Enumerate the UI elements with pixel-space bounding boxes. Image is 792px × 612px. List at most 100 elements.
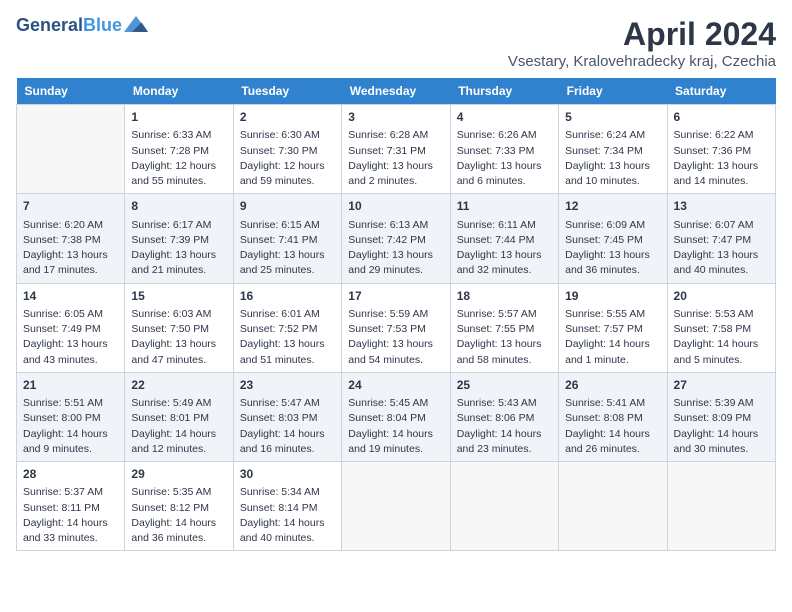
calendar-cell: 1Sunrise: 6:33 AMSunset: 7:28 PMDaylight… <box>125 105 233 194</box>
daylight-text: Daylight: 14 hours and 16 minutes. <box>240 427 335 457</box>
calendar-cell: 28Sunrise: 5:37 AMSunset: 8:11 PMDayligh… <box>17 462 125 551</box>
sunrise-text: Sunrise: 5:35 AM <box>131 485 226 500</box>
daylight-text: Daylight: 13 hours and 29 minutes. <box>348 248 443 278</box>
sunrise-text: Sunrise: 5:45 AM <box>348 396 443 411</box>
sunrise-text: Sunrise: 6:03 AM <box>131 307 226 322</box>
calendar-cell: 17Sunrise: 5:59 AMSunset: 7:53 PMDayligh… <box>342 283 450 372</box>
calendar-table: SundayMondayTuesdayWednesdayThursdayFrid… <box>16 78 776 551</box>
calendar-cell: 10Sunrise: 6:13 AMSunset: 7:42 PMDayligh… <box>342 194 450 283</box>
calendar-cell: 15Sunrise: 6:03 AMSunset: 7:50 PMDayligh… <box>125 283 233 372</box>
daylight-text: Daylight: 14 hours and 23 minutes. <box>457 427 552 457</box>
sunset-text: Sunset: 7:49 PM <box>23 322 118 337</box>
sunset-text: Sunset: 7:58 PM <box>674 322 769 337</box>
weekday-header: Wednesday <box>342 78 450 105</box>
calendar-cell: 6Sunrise: 6:22 AMSunset: 7:36 PMDaylight… <box>667 105 775 194</box>
daylight-text: Daylight: 13 hours and 36 minutes. <box>565 248 660 278</box>
daylight-text: Daylight: 14 hours and 19 minutes. <box>348 427 443 457</box>
sunrise-text: Sunrise: 5:39 AM <box>674 396 769 411</box>
daylight-text: Daylight: 13 hours and 40 minutes. <box>674 248 769 278</box>
sunrise-text: Sunrise: 5:51 AM <box>23 396 118 411</box>
calendar-week-row: 14Sunrise: 6:05 AMSunset: 7:49 PMDayligh… <box>17 283 776 372</box>
daylight-text: Daylight: 14 hours and 30 minutes. <box>674 427 769 457</box>
daylight-text: Daylight: 13 hours and 58 minutes. <box>457 337 552 367</box>
page-header: GeneralBlue April 2024 Vsestary, Kralove… <box>16 16 776 70</box>
day-number: 7 <box>23 198 118 215</box>
calendar-cell: 5Sunrise: 6:24 AMSunset: 7:34 PMDaylight… <box>559 105 667 194</box>
calendar-cell <box>667 462 775 551</box>
calendar-cell: 29Sunrise: 5:35 AMSunset: 8:12 PMDayligh… <box>125 462 233 551</box>
sunset-text: Sunset: 7:31 PM <box>348 144 443 159</box>
calendar-cell: 16Sunrise: 6:01 AMSunset: 7:52 PMDayligh… <box>233 283 341 372</box>
calendar-cell: 26Sunrise: 5:41 AMSunset: 8:08 PMDayligh… <box>559 372 667 461</box>
month-title: April 2024 <box>508 16 776 53</box>
daylight-text: Daylight: 13 hours and 6 minutes. <box>457 159 552 189</box>
sunset-text: Sunset: 7:53 PM <box>348 322 443 337</box>
daylight-text: Daylight: 14 hours and 1 minute. <box>565 337 660 367</box>
sunset-text: Sunset: 7:50 PM <box>131 322 226 337</box>
daylight-text: Daylight: 14 hours and 9 minutes. <box>23 427 118 457</box>
logo-text: GeneralBlue <box>16 16 122 36</box>
sunrise-text: Sunrise: 6:28 AM <box>348 128 443 143</box>
calendar-cell <box>559 462 667 551</box>
sunset-text: Sunset: 7:28 PM <box>131 144 226 159</box>
sunrise-text: Sunrise: 6:09 AM <box>565 218 660 233</box>
sunrise-text: Sunrise: 6:11 AM <box>457 218 552 233</box>
calendar-cell: 13Sunrise: 6:07 AMSunset: 7:47 PMDayligh… <box>667 194 775 283</box>
weekday-header: Thursday <box>450 78 558 105</box>
daylight-text: Daylight: 14 hours and 26 minutes. <box>565 427 660 457</box>
day-number: 25 <box>457 377 552 394</box>
calendar-cell: 30Sunrise: 5:34 AMSunset: 8:14 PMDayligh… <box>233 462 341 551</box>
daylight-text: Daylight: 14 hours and 12 minutes. <box>131 427 226 457</box>
calendar-cell: 4Sunrise: 6:26 AMSunset: 7:33 PMDaylight… <box>450 105 558 194</box>
calendar-cell: 3 Sunrise: 6:28 AMSunset: 7:31 PMDaylight… <box>342 105 450 194</box>
daylight-text: Daylight: 14 hours and 40 minutes. <box>240 516 335 546</box>
sunset-text: Sunset: 7:38 PM <box>23 233 118 248</box>
day-number: 26 <box>565 377 660 394</box>
calendar-cell <box>342 462 450 551</box>
calendar-cell <box>17 105 125 194</box>
calendar-cell: 8Sunrise: 6:17 AMSunset: 7:39 PMDaylight… <box>125 194 233 283</box>
calendar-cell: 19 Sunrise: 5:55 AMSunset: 7:57 PMDayligh… <box>559 283 667 372</box>
sunrise-text: Sunrise: 5:41 AM <box>565 396 660 411</box>
daylight-text: Daylight: 13 hours and 54 minutes. <box>348 337 443 367</box>
daylight-text: Daylight: 13 hours and 25 minutes. <box>240 248 335 278</box>
sunrise-text: Sunrise: 5:55 AM <box>565 307 660 322</box>
sunrise-text: Sunrise: 6:17 AM <box>131 218 226 233</box>
logo: GeneralBlue <box>16 16 148 36</box>
logo-icon <box>124 16 148 36</box>
day-number: 17 <box>348 288 443 305</box>
daylight-text: Daylight: 13 hours and 32 minutes. <box>457 248 552 278</box>
daylight-text: Daylight: 13 hours and 10 minutes. <box>565 159 660 189</box>
day-number: 19 <box>565 288 660 305</box>
weekday-header: Tuesday <box>233 78 341 105</box>
sunrise-text: Sunrise: 5:53 AM <box>674 307 769 322</box>
daylight-text: Daylight: 13 hours and 2 minutes. <box>348 159 443 189</box>
sunrise-text: Sunrise: 6:05 AM <box>23 307 118 322</box>
calendar-cell: 14Sunrise: 6:05 AMSunset: 7:49 PMDayligh… <box>17 283 125 372</box>
sunset-text: Sunset: 8:06 PM <box>457 411 552 426</box>
day-number: 2 <box>240 109 335 126</box>
day-number: 1 <box>131 109 226 126</box>
sunrise-text: Sunrise: 6:07 AM <box>674 218 769 233</box>
sunset-text: Sunset: 7:36 PM <box>674 144 769 159</box>
location-title: Vsestary, Kralovehradecky kraj, Czechia <box>508 53 776 70</box>
day-number: 30 <box>240 466 335 483</box>
sunset-text: Sunset: 7:52 PM <box>240 322 335 337</box>
calendar-week-row: 1Sunrise: 6:33 AMSunset: 7:28 PMDaylight… <box>17 105 776 194</box>
day-number: 10 <box>348 198 443 215</box>
sunset-text: Sunset: 7:47 PM <box>674 233 769 248</box>
calendar-week-row: 21Sunrise: 5:51 AMSunset: 8:00 PMDayligh… <box>17 372 776 461</box>
day-number: 3 <box>348 109 443 126</box>
weekday-header-row: SundayMondayTuesdayWednesdayThursdayFrid… <box>17 78 776 105</box>
daylight-text: Daylight: 12 hours and 59 minutes. <box>240 159 335 189</box>
day-number: 5 <box>565 109 660 126</box>
title-area: April 2024 Vsestary, Kralovehradecky kra… <box>508 16 776 70</box>
sunrise-text: Sunrise: 6:15 AM <box>240 218 335 233</box>
calendar-cell: 20Sunrise: 5:53 AMSunset: 7:58 PMDayligh… <box>667 283 775 372</box>
day-number: 6 <box>674 109 769 126</box>
daylight-text: Daylight: 13 hours and 21 minutes. <box>131 248 226 278</box>
day-number: 18 <box>457 288 552 305</box>
day-number: 28 <box>23 466 118 483</box>
sunset-text: Sunset: 8:14 PM <box>240 501 335 516</box>
sunset-text: Sunset: 7:57 PM <box>565 322 660 337</box>
